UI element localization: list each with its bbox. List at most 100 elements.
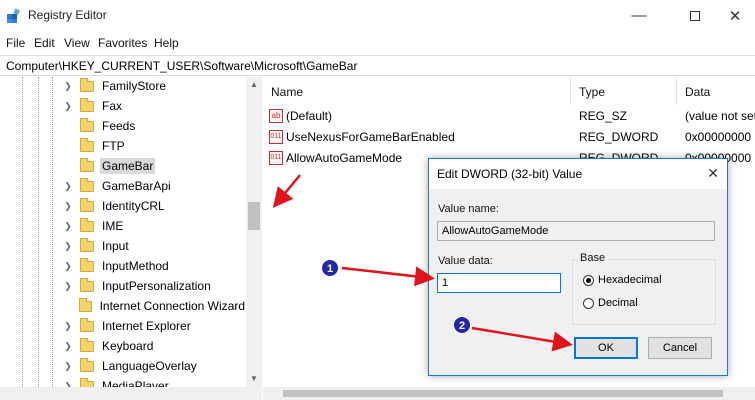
tree-item[interactable]: Internet Connection Wizard xyxy=(62,296,247,316)
folder-icon xyxy=(80,337,94,352)
tree-item[interactable]: FTP xyxy=(62,136,247,156)
radio-decimal[interactable]: Decimal xyxy=(583,297,638,309)
chevron-right-icon[interactable]: ❯ xyxy=(62,101,74,112)
folder-icon xyxy=(80,137,94,152)
folder-icon xyxy=(80,317,94,332)
tree-item-label: Input xyxy=(102,239,129,253)
tree-item-label: Feeds xyxy=(102,119,136,133)
tree-vertical-scrollbar[interactable]: ▲ ▼ xyxy=(246,77,262,387)
tree-guide-line xyxy=(52,77,53,387)
base-groupbox xyxy=(572,259,716,325)
value-type-cell: REG_DWORD xyxy=(579,130,659,144)
tree-horizontal-scrollbar[interactable] xyxy=(0,387,262,400)
edit-dword-dialog: Edit DWORD (32-bit) Value ✕ Value name: … xyxy=(428,158,728,376)
value-data-label: Value data: xyxy=(438,255,493,267)
menu-file[interactable]: File xyxy=(6,36,25,50)
tree-item[interactable]: ❯ Fax xyxy=(62,96,247,116)
value-data-cell: (value not set) xyxy=(685,109,755,123)
tree-item[interactable]: GameBar xyxy=(62,156,247,176)
chevron-right-icon[interactable]: ❯ xyxy=(62,261,74,272)
tree-item-label: LanguageOverlay xyxy=(102,359,197,373)
tree-item-label: InputPersonalization xyxy=(102,279,211,293)
cancel-button[interactable]: Cancel xyxy=(648,337,712,359)
title-bar: Registry Editor — ✕ xyxy=(0,0,755,31)
value-name-text: UseNexusForGameBarEnabled xyxy=(286,130,455,144)
value-name-label: Value name: xyxy=(438,203,499,215)
scroll-thumb[interactable] xyxy=(248,202,260,230)
chevron-right-icon[interactable]: ❯ xyxy=(62,221,74,232)
tree-item[interactable]: ❯ IdentityCRL xyxy=(62,196,247,216)
tree-item-label: Internet Explorer xyxy=(102,319,191,333)
folder-icon xyxy=(80,277,94,292)
radio-unselected-icon xyxy=(583,297,594,309)
radio-decimal-label: Decimal xyxy=(598,297,638,309)
tree-item[interactable]: ❯ LanguageOverlay xyxy=(62,356,247,376)
tree-item[interactable]: ❯ FamilyStore xyxy=(62,77,247,96)
window-title: Registry Editor xyxy=(28,8,107,22)
value-data-input[interactable]: 1 xyxy=(437,273,561,293)
close-button[interactable]: ✕ xyxy=(712,0,755,31)
tree-item-label: IME xyxy=(102,219,124,233)
chevron-right-icon[interactable]: ❯ xyxy=(62,281,74,292)
tree-item[interactable]: ❯ GameBarApi xyxy=(62,176,247,196)
value-name-field: AllowAutoGameMode xyxy=(437,221,715,241)
folder-icon xyxy=(80,357,94,372)
folder-icon xyxy=(80,257,94,272)
scroll-up-icon[interactable]: ▲ xyxy=(246,77,262,93)
dialog-close-icon[interactable]: ✕ xyxy=(707,165,719,182)
value-name-text: AllowAutoGameMode xyxy=(286,151,403,165)
scroll-down-icon[interactable]: ▼ xyxy=(246,371,262,387)
step-badge-1: 1 xyxy=(321,259,339,277)
key-tree-pane: ❯ FamilyStore ❯ Fax Feeds FTP GameBar ❯ GameBarA… xyxy=(0,77,262,400)
menu-view[interactable]: View xyxy=(64,36,90,50)
values-horizontal-scrollbar[interactable] xyxy=(263,387,755,400)
tree-item[interactable]: ❯ IME xyxy=(62,216,247,236)
menu-favorites[interactable]: Favorites xyxy=(98,36,147,50)
tree-item-label: FTP xyxy=(102,139,125,153)
tree-guide-line xyxy=(22,77,23,387)
folder-icon xyxy=(80,217,94,232)
chevron-right-icon[interactable]: ❯ xyxy=(62,181,74,192)
value-name-cell: 011 AllowAutoGameMode xyxy=(269,151,402,165)
minimize-button[interactable]: — xyxy=(616,0,662,31)
column-header-data[interactable]: Data xyxy=(677,77,755,105)
folder-icon xyxy=(80,157,94,172)
tree-item[interactable]: ❯ Keyboard xyxy=(62,336,247,356)
chevron-right-icon[interactable]: ❯ xyxy=(62,241,74,252)
binary-value-icon: 011 xyxy=(269,151,283,165)
tree-item[interactable]: ❯ Input xyxy=(62,236,247,256)
tree-item[interactable]: ❯ InputMethod xyxy=(62,256,247,276)
value-row[interactable]: 011 UseNexusForGameBarEnabled REG_DWORD 0x0… xyxy=(263,126,755,148)
ok-button[interactable]: OK xyxy=(574,337,638,359)
column-header-name[interactable]: Name xyxy=(263,77,571,105)
folder-icon xyxy=(80,117,94,132)
tree-item-label: FamilyStore xyxy=(102,79,167,93)
radio-hexadecimal[interactable]: Hexadecimal xyxy=(583,274,662,286)
value-name-cell: ab (Default) xyxy=(269,109,332,123)
folder-icon xyxy=(80,237,94,252)
chevron-right-icon[interactable]: ❯ xyxy=(62,321,74,332)
close-icon: ✕ xyxy=(728,7,742,25)
chevron-right-icon[interactable]: ❯ xyxy=(62,341,74,352)
value-name-cell: 011 UseNexusForGameBarEnabled xyxy=(269,130,455,144)
address-bar[interactable]: Computer\HKEY_CURRENT_USER\Software\Micr… xyxy=(0,55,755,76)
folder-icon xyxy=(80,97,94,112)
scroll-thumb[interactable] xyxy=(283,390,723,397)
value-data-cell: 0x00000000 (0) xyxy=(685,130,755,144)
menu-edit[interactable]: Edit xyxy=(34,36,55,50)
value-row[interactable]: ab (Default) REG_SZ (value not set) xyxy=(263,105,755,127)
tree-item[interactable]: ❯ Internet Explorer xyxy=(62,316,247,336)
tree-item[interactable]: Feeds xyxy=(62,116,247,136)
tree-item[interactable]: ❯ InputPersonalization xyxy=(62,276,247,296)
menu-help[interactable]: Help xyxy=(154,36,179,50)
tree-item-label: Keyboard xyxy=(102,339,154,353)
base-label: Base xyxy=(578,252,608,264)
column-header-type[interactable]: Type xyxy=(571,77,677,105)
chevron-right-icon[interactable]: ❯ xyxy=(62,81,74,92)
tree-item-label: IdentityCRL xyxy=(102,199,165,213)
chevron-right-icon[interactable]: ❯ xyxy=(62,201,74,212)
chevron-right-icon[interactable]: ❯ xyxy=(62,361,74,372)
folder-icon xyxy=(80,177,94,192)
binary-value-icon: 011 xyxy=(269,130,283,144)
radio-selected-icon xyxy=(583,274,594,286)
